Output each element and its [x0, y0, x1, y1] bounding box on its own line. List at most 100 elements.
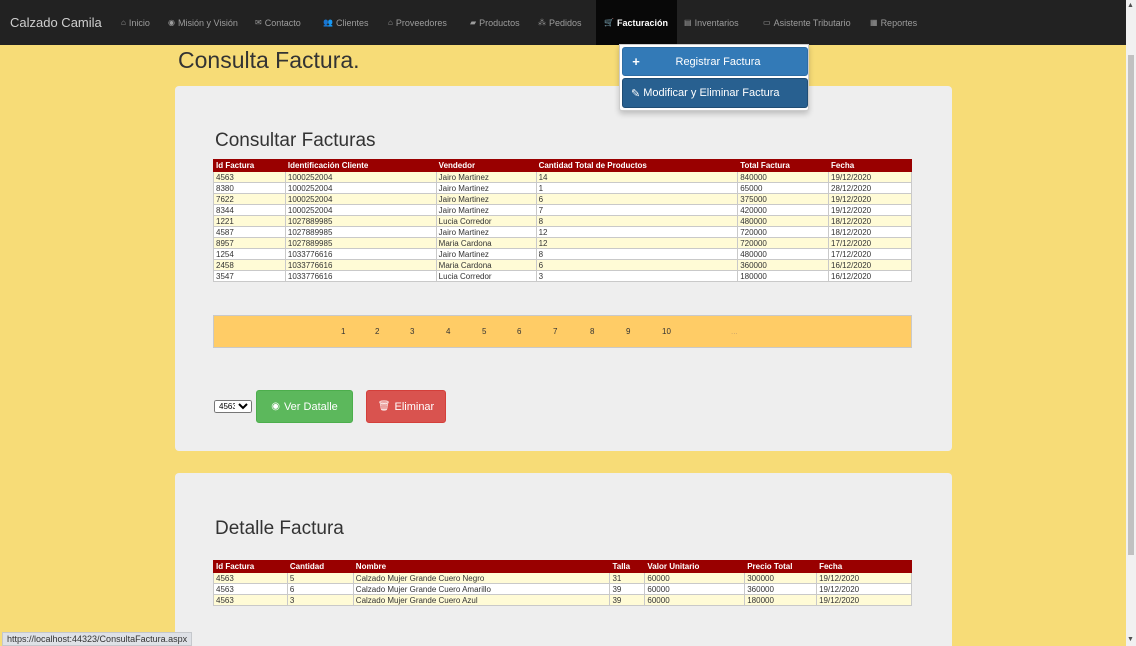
cell: 39	[609, 594, 646, 606]
col-header[interactable]: Id Factura	[213, 159, 286, 172]
table-row[interactable]: 3547 1033776616 Lucia Corredor 3 180000 16/12…	[213, 270, 912, 282]
page-link-2[interactable]: 2	[375, 327, 379, 336]
cell: 5	[286, 572, 354, 584]
nav-item-inventarios[interactable]: ▤ Inventarios	[684, 0, 750, 45]
cell: 1	[535, 182, 739, 194]
table-row[interactable]: 4563 6 Calzado Mujer Grande Cuero Amarillo…	[213, 583, 912, 595]
table-row[interactable]: 1221 1027889985 Lucia Corredor 8 480000 18/12…	[213, 215, 912, 227]
eliminar-button[interactable]: 🗑 Eliminar	[366, 390, 446, 423]
nav-item-facturacion[interactable]: 🛒 Facturación	[596, 0, 677, 45]
nav-label: Contacto	[264, 17, 301, 28]
invoice-select[interactable]: 4563	[214, 400, 252, 413]
cell: 19/12/2020	[816, 594, 912, 606]
col-header[interactable]: Nombre	[352, 560, 611, 573]
nav-item-clientes[interactable]: 👥 Clientes	[323, 0, 376, 45]
page-link-8[interactable]: 8	[590, 327, 594, 336]
page-link-3[interactable]: 3	[410, 327, 414, 336]
cell: 12	[535, 237, 739, 249]
col-header[interactable]: Identificación Cliente	[284, 159, 437, 172]
table-row[interactable]: 4563 1000252004 Jairo Martinez 14 840000 19/1…	[213, 171, 912, 183]
col-header[interactable]: Vendedor	[435, 159, 537, 172]
nav-item-mision-vision[interactable]: ◉ Misión y Visión	[168, 0, 248, 45]
cell: 8	[535, 248, 739, 260]
page-link-9[interactable]: 9	[626, 327, 630, 336]
page-link-more[interactable]: ...	[731, 327, 738, 336]
scrollbar-thumb[interactable]	[1128, 55, 1134, 555]
cell: 1254	[213, 248, 286, 260]
col-header[interactable]: Valor Unitario	[644, 560, 746, 573]
ver-detalle-button[interactable]: ◉ Ver Datalle	[256, 390, 353, 423]
cell: 17/12/2020	[828, 237, 912, 249]
facturacion-dropdown-menu: + Registrar Factura ✎ Modificar y Eliminar…	[619, 44, 809, 111]
table-row[interactable]: 4563 3 Calzado Mujer Grande Cuero Azul 39 60…	[213, 594, 912, 606]
page-link-7[interactable]: 7	[553, 327, 557, 336]
page-link-5[interactable]: 5	[482, 327, 486, 336]
scroll-down-arrow-icon[interactable]: ▼	[1127, 636, 1134, 643]
cell: 60000	[644, 594, 746, 606]
cell: Calzado Mujer Grande Cuero Negro	[352, 572, 611, 584]
cell: 4563	[213, 572, 288, 584]
col-header[interactable]: Cantidad	[286, 560, 354, 573]
table-row[interactable]: 8344 1000252004 Jairo Martinez 7 420000 19/12…	[213, 204, 912, 216]
col-header[interactable]: Cantidad Total de Productos	[535, 159, 739, 172]
cell: 14	[535, 171, 739, 183]
nav-item-productos[interactable]: ▰ Productos	[470, 0, 527, 45]
cell: 31	[609, 572, 646, 584]
cell: Lucia Corredor	[435, 215, 537, 227]
nav-item-proveedores[interactable]: ⌂ Proveedores	[388, 0, 460, 45]
cell: Calzado Mujer Grande Cuero Amarillo	[352, 583, 611, 595]
col-header[interactable]: Fecha	[828, 159, 912, 172]
cell: 1027889985	[284, 226, 437, 238]
page-link-4[interactable]: 4	[446, 327, 450, 336]
vertical-scrollbar[interactable]: ▲ ▼	[1126, 0, 1136, 646]
table-row[interactable]: 4563 5 Calzado Mujer Grande Cuero Negro 31 6…	[213, 572, 912, 584]
nav-item-asistente-tributario[interactable]: ▭ Asistente Tributario	[763, 0, 859, 45]
nav-item-inicio[interactable]: ⌂ Inicio	[121, 0, 156, 45]
nav-item-reportes[interactable]: ▦ Reportes	[870, 0, 925, 45]
cell: Calzado Mujer Grande Cuero Azul	[352, 594, 611, 606]
cell: 360000	[744, 583, 818, 595]
nav-item-contacto[interactable]: ✉ Contacto	[255, 0, 315, 45]
facturas-table: Id Factura Identificación Cliente Vended…	[213, 159, 912, 282]
registrar-factura-menu-item[interactable]: + Registrar Factura	[622, 47, 808, 76]
cell: 720000	[737, 237, 830, 249]
cell: 1221	[213, 215, 286, 227]
table-row[interactable]: 7622 1000252004 Jairo Martinez 6 375000 19/12…	[213, 193, 912, 205]
col-header[interactable]: Fecha	[816, 560, 912, 573]
col-header[interactable]: Precio Total	[744, 560, 818, 573]
page-link-1[interactable]: 1	[341, 327, 345, 336]
col-header[interactable]: Id Factura	[213, 560, 288, 573]
cell: 19/12/2020	[828, 193, 912, 205]
page-link-10[interactable]: 10	[662, 327, 671, 336]
table-row[interactable]: 4587 1027889985 Jairo Martinez 12 720000 18/1…	[213, 226, 912, 238]
nav-item-pedidos[interactable]: ⁂ Pedidos	[538, 0, 587, 45]
cell: 1000252004	[284, 182, 437, 194]
table-row[interactable]: 8957 1027889985 Maria Cardona 12 720000 17/12…	[213, 237, 912, 249]
modificar-eliminar-menu-item[interactable]: ✎ Modificar y Eliminar Factura	[622, 78, 808, 108]
table-header-row: Id Factura Identificación Cliente Vended…	[213, 159, 912, 172]
brand-link[interactable]: Calzado Camila	[0, 15, 121, 30]
table-header-row: Id Factura Cantidad Nombre Talla Valor U…	[213, 560, 912, 573]
eye-icon: ◉	[271, 401, 280, 412]
col-header[interactable]: Total Factura	[737, 159, 830, 172]
cell: 840000	[737, 171, 830, 183]
table-row[interactable]: 2458 1033776616 Maria Cardona 6 360000 16/12/…	[213, 259, 912, 271]
cell: 39	[609, 583, 646, 595]
consultar-title: Consultar Facturas	[215, 130, 376, 151]
cell: 16/12/2020	[828, 270, 912, 282]
cell: 360000	[737, 259, 830, 271]
home-icon: ⌂	[121, 18, 126, 27]
table-row[interactable]: 1254 1033776616 Jairo Martinez 8 480000 17/12…	[213, 248, 912, 260]
nav-label: Reportes	[880, 17, 918, 28]
col-header[interactable]: Talla	[609, 560, 646, 573]
cell: 60000	[644, 583, 746, 595]
cell: 18/12/2020	[828, 215, 912, 227]
cell: 4563	[213, 583, 288, 595]
page-link-6[interactable]: 6	[517, 327, 521, 336]
scroll-up-arrow-icon[interactable]: ▲	[1127, 2, 1134, 9]
cell: 28/12/2020	[828, 182, 912, 194]
detalle-title: Detalle Factura	[215, 518, 344, 539]
cell: Jairo Martinez	[435, 193, 537, 205]
cell: 1000252004	[284, 171, 437, 183]
table-row[interactable]: 8380 1000252004 Jairo Martinez 1 65000 28/12/…	[213, 182, 912, 194]
